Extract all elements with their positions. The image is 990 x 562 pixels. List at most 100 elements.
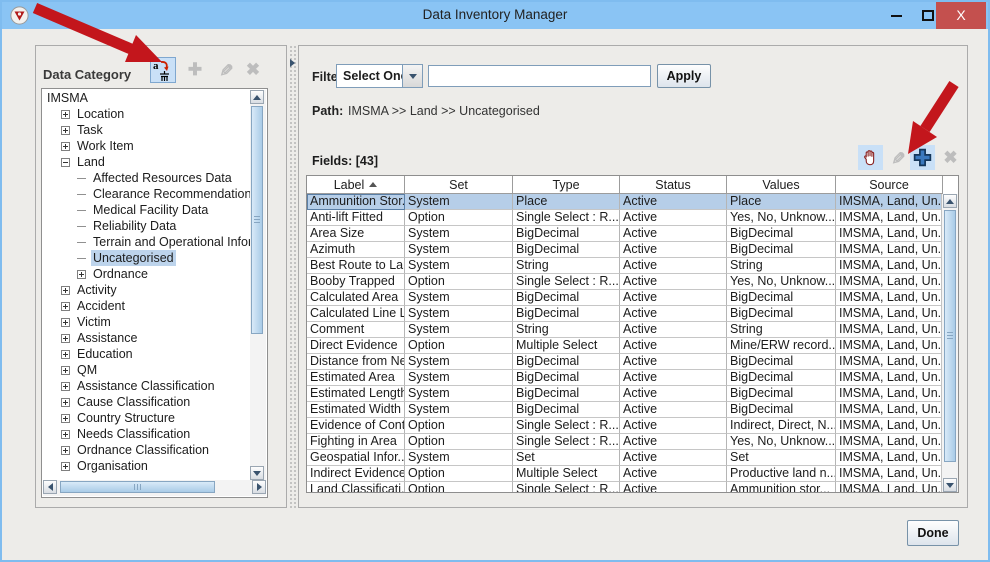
tree-item-country-structure[interactable]: Country Structure [43, 410, 250, 426]
table-row[interactable]: Land Classificati...OptionSingle Select … [307, 482, 958, 493]
table-vertical-scrollbar[interactable] [941, 194, 958, 492]
tree-item-imsma[interactable]: IMSMA [43, 90, 250, 106]
table-row[interactable]: Evidence of Cont...OptionSingle Select :… [307, 418, 958, 434]
expand-icon[interactable] [61, 382, 70, 391]
tree-vscroll-thumb[interactable] [251, 106, 263, 334]
tree-item-education[interactable]: Education [43, 346, 250, 362]
tree-item-affected-resources-data[interactable]: Affected Resources Data [43, 170, 250, 186]
expand-icon[interactable] [61, 110, 70, 119]
expand-icon[interactable] [61, 302, 70, 311]
table-cell: Active [620, 450, 727, 466]
expand-icon[interactable] [77, 270, 86, 279]
table-row[interactable]: Estimated WidthSystemBigDecimalActiveBig… [307, 402, 958, 418]
table-row[interactable]: Booby TrappedOptionSingle Select : R...A… [307, 274, 958, 290]
tree-item-work-item[interactable]: Work Item [43, 138, 250, 154]
scroll-up-button[interactable] [250, 90, 264, 104]
minimize-button[interactable] [891, 15, 902, 17]
table-row[interactable]: Distance from Ne...SystemBigDecimalActiv… [307, 354, 958, 370]
tree-item-ordnance[interactable]: Ordnance [43, 266, 250, 282]
scroll-down-button[interactable] [250, 466, 264, 480]
tree-item-uncategorised[interactable]: Uncategorised [43, 250, 250, 266]
scroll-left-button[interactable] [43, 480, 57, 494]
edit-field-button[interactable]: ✎ [885, 145, 910, 170]
path-label: Path: [312, 104, 343, 118]
expand-icon[interactable] [61, 286, 70, 295]
splitter-collapse-icon[interactable] [290, 59, 295, 67]
table-row[interactable]: CommentSystemStringActiveStringIMSMA, La… [307, 322, 958, 338]
table-vscroll-thumb[interactable] [944, 210, 956, 462]
table-row[interactable]: Estimated LengthSystemBigDecimalActiveBi… [307, 386, 958, 402]
column-header-label[interactable]: Label [307, 176, 405, 194]
tree-item-medical-facility-data[interactable]: Medical Facility Data [43, 202, 250, 218]
expand-icon[interactable] [61, 462, 70, 471]
expand-icon[interactable] [61, 366, 70, 375]
tree-item-task[interactable]: Task [43, 122, 250, 138]
column-header-values[interactable]: Values [727, 176, 836, 194]
table-row[interactable]: Direct EvidenceOptionMultiple SelectActi… [307, 338, 958, 354]
table-cell: Active [620, 226, 727, 242]
scroll-right-button[interactable] [252, 480, 266, 494]
tree-hscroll-thumb[interactable] [60, 481, 215, 493]
tree-horizontal-scrollbar[interactable] [43, 480, 266, 496]
table-row[interactable]: Estimated AreaSystemBigDecimalActiveBigD… [307, 370, 958, 386]
close-button[interactable]: X [936, 2, 986, 29]
column-header-status[interactable]: Status [620, 176, 727, 194]
column-header-set[interactable]: Set [405, 176, 513, 194]
expand-icon[interactable] [61, 126, 70, 135]
expand-icon[interactable] [61, 334, 70, 343]
table-row[interactable]: Fighting in AreaOptionSingle Select : R.… [307, 434, 958, 450]
dropdown-arrow-button[interactable] [402, 65, 422, 87]
column-header-source[interactable]: Source [836, 176, 943, 194]
column-header-type[interactable]: Type [513, 176, 620, 194]
translate-category-button[interactable]: a [150, 57, 176, 83]
maximize-button[interactable] [922, 10, 934, 21]
expand-icon[interactable] [61, 318, 70, 327]
table-row[interactable]: Ammunition Stor...SystemPlaceActivePlace… [307, 194, 958, 210]
add-field-button[interactable] [910, 145, 935, 170]
done-button[interactable]: Done [907, 520, 959, 546]
scroll-down-button[interactable] [943, 478, 957, 492]
tree-item-assistance[interactable]: Assistance [43, 330, 250, 346]
expand-icon[interactable] [61, 350, 70, 359]
table-row[interactable]: Calculated Line L...SystemBigDecimalActi… [307, 306, 958, 322]
tree-vertical-scrollbar[interactable] [250, 90, 266, 480]
table-row[interactable]: Area SizeSystemBigDecimalActiveBigDecima… [307, 226, 958, 242]
table-row[interactable]: Indirect EvidenceOptionMultiple SelectAc… [307, 466, 958, 482]
table-row[interactable]: AzimuthSystemBigDecimalActiveBigDecimalI… [307, 242, 958, 258]
tree-item-activity[interactable]: Activity [43, 282, 250, 298]
expand-icon[interactable] [61, 414, 70, 423]
add-category-button[interactable]: ✚ [182, 57, 208, 83]
collapse-icon[interactable] [61, 158, 70, 167]
filter-type-dropdown[interactable]: Select One [336, 64, 423, 88]
tree-item-needs-classification[interactable]: Needs Classification [43, 426, 250, 442]
tree-item-qm[interactable]: QM [43, 362, 250, 378]
delete-field-button[interactable]: ✖ [938, 145, 963, 170]
filter-input[interactable] [428, 65, 651, 87]
tree-item-cause-classification[interactable]: Cause Classification [43, 394, 250, 410]
table-row[interactable]: Anti-lift FittedOptionSingle Select : R.… [307, 210, 958, 226]
expand-icon[interactable] [61, 446, 70, 455]
table-row[interactable]: Geospatial Infor...SystemSetActiveSetIMS… [307, 450, 958, 466]
table-row[interactable]: Best Route to LandSystemStringActiveStri… [307, 258, 958, 274]
tree-item-assistance-classification[interactable]: Assistance Classification [43, 378, 250, 394]
tree-item-clearance-recommendation-d[interactable]: Clearance Recommendation D [43, 186, 250, 202]
scroll-up-button[interactable] [943, 194, 957, 208]
table-row[interactable]: Calculated AreaSystemBigDecimalActiveBig… [307, 290, 958, 306]
tree-item-reliability-data[interactable]: Reliability Data [43, 218, 250, 234]
tree-item-location[interactable]: Location [43, 106, 250, 122]
panel-splitter[interactable] [289, 45, 297, 508]
tree-item-land[interactable]: Land [43, 154, 250, 170]
apply-button[interactable]: Apply [657, 64, 711, 88]
table-cell: IMSMA, Land, Un... [836, 306, 943, 322]
edit-category-button[interactable]: ✎ [212, 57, 238, 83]
tree-item-victim[interactable]: Victim [43, 314, 250, 330]
delete-category-button[interactable]: ✖ [240, 57, 266, 83]
expand-icon[interactable] [61, 430, 70, 439]
move-field-button[interactable] [858, 145, 883, 170]
tree-item-terrain-and-operational-inform[interactable]: Terrain and Operational Inform [43, 234, 250, 250]
expand-icon[interactable] [61, 142, 70, 151]
tree-item-accident[interactable]: Accident [43, 298, 250, 314]
tree-item-organisation[interactable]: Organisation [43, 458, 250, 474]
tree-item-ordnance-classification[interactable]: Ordnance Classification [43, 442, 250, 458]
expand-icon[interactable] [61, 398, 70, 407]
